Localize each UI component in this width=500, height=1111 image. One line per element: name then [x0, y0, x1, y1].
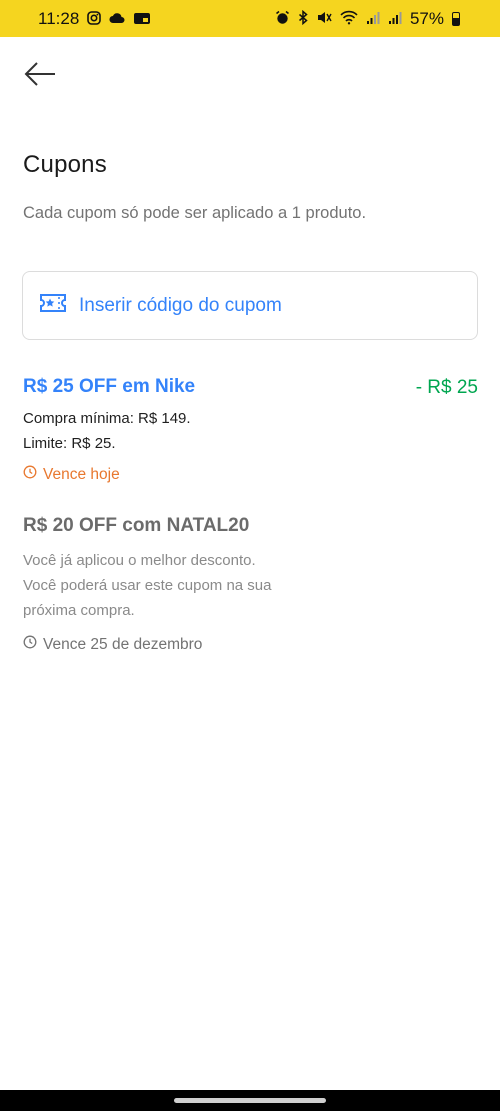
coupon-note-line: Você poderá usar este cupom na sua — [23, 577, 272, 594]
coupon-title[interactable]: R$ 20 OFF com NATAL20 — [23, 515, 249, 537]
insert-coupon-code-button[interactable]: Inserir código do cupom — [22, 271, 478, 340]
back-button[interactable] — [22, 58, 58, 94]
wifi-icon — [340, 10, 358, 27]
coupon-min-purchase: Compra mínima: R$ 149. — [23, 410, 191, 427]
home-gesture-handle[interactable] — [174, 1098, 326, 1103]
cloud-icon — [109, 12, 125, 26]
coupon-expiration-label: Vence hoje — [43, 465, 120, 483]
coupon-limit: Limite: R$ 25. — [23, 435, 116, 452]
insert-coupon-code-label: Inserir código do cupom — [79, 294, 282, 316]
alarm-icon — [275, 10, 290, 27]
navigation-bar — [0, 1090, 500, 1111]
mute-icon — [316, 10, 332, 27]
card-icon — [133, 11, 151, 27]
status-time: 11:28 — [38, 8, 80, 28]
coupon-discount-amount: - R$ 25 — [415, 377, 478, 398]
clock-icon — [23, 635, 37, 654]
battery-percent: 57% — [409, 8, 444, 28]
signal-icon — [366, 11, 380, 27]
arrow-left-icon — [24, 61, 56, 92]
battery-icon — [452, 11, 460, 26]
coupon-ticket-icon — [39, 292, 67, 319]
coupon-note-line: próxima compra. — [23, 602, 135, 619]
page-title: Cupons — [23, 151, 107, 178]
signal-icon — [388, 11, 402, 27]
clock-icon — [23, 465, 37, 484]
coupon-title[interactable]: R$ 25 OFF em Nike — [23, 376, 195, 398]
status-bar: 11:28 57% — [0, 0, 500, 37]
instagram-icon — [87, 10, 102, 27]
coupon-expiration-label: Vence 25 de dezembro — [43, 635, 203, 653]
coupon-note-line: Você já aplicou o melhor desconto. — [23, 552, 256, 569]
bluetooth-icon — [298, 9, 308, 27]
coupon-expiration: Vence hoje — [23, 465, 120, 484]
coupon-expiration: Vence 25 de dezembro — [23, 635, 202, 654]
page-subtitle: Cada cupom só pode ser aplicado a 1 prod… — [23, 204, 367, 222]
